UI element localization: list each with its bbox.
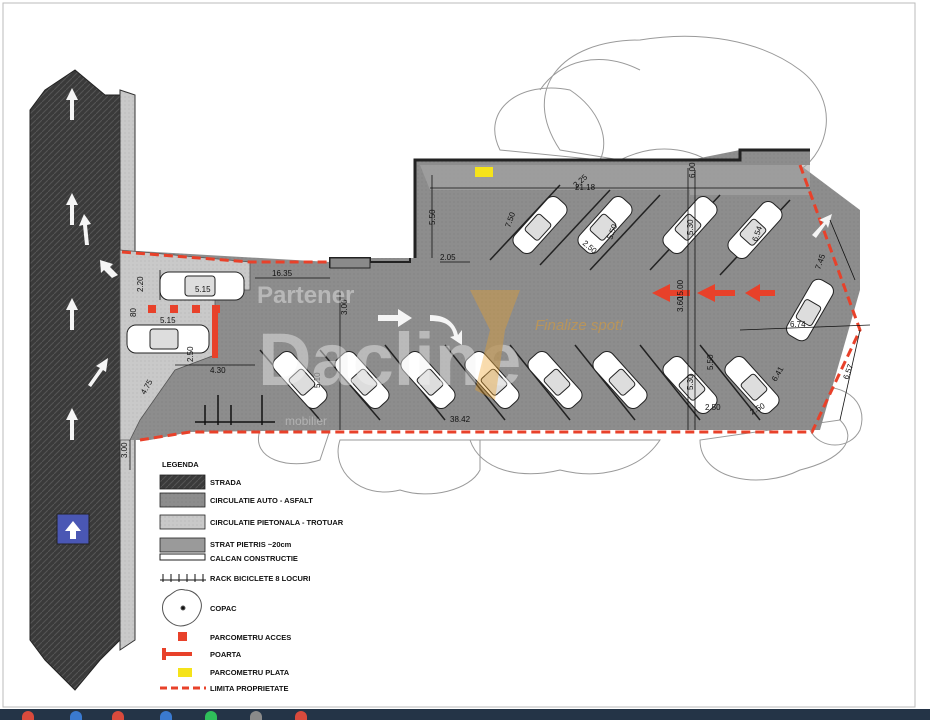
dim-5-30-a: 5.30 — [686, 219, 695, 235]
dim-2-05: 2.05 — [440, 253, 456, 262]
dim-80: 80 — [129, 308, 138, 317]
parcometru-plata-icon — [475, 167, 493, 177]
taskbar-app-icon[interactable] — [205, 711, 217, 720]
site-plan-view: 21.18 2.25 6.00 5.50 7.50 5.30 5.30 2.50… — [0, 0, 930, 720]
dim-6-74: 6.74 — [790, 320, 806, 329]
dim-5-15-a: 5.15 — [195, 285, 211, 294]
legend-label-limita: LIMITA PROPRIETATE — [210, 684, 288, 693]
dim-6-00: 6.00 — [688, 162, 697, 178]
legend-swatch-calcan — [159, 553, 206, 561]
legend: LEGENDA STRADA CIRCULATIE AUTO - ASFALT … — [159, 460, 344, 693]
taskbar-app-icon[interactable] — [70, 711, 82, 720]
dim-5-50-c: 5.50 — [706, 354, 715, 370]
dim-5-30-b: 5.30 — [686, 374, 695, 390]
legend-label-asfalt: CIRCULATIE AUTO - ASFALT — [210, 496, 313, 505]
legend-parcometru-plata-icon — [178, 668, 192, 677]
legend-label-strada: STRADA — [210, 478, 242, 487]
legend-label-trotuar: CIRCULATIE PIETONALA - TROTUAR — [210, 518, 344, 527]
dim-38-42: 38.42 — [450, 415, 471, 424]
dim-16-35: 16.35 — [272, 269, 293, 278]
watermark-tagline: Finalize spot! — [535, 317, 624, 334]
legend-swatch-pietris — [159, 537, 206, 553]
dim-15-00: 15.00 — [676, 279, 685, 300]
legend-title: LEGENDA — [162, 460, 199, 469]
legend-label-calcan: CALCAN CONSTRUCTIE — [210, 554, 298, 563]
dim-2-50-b: 2.50 — [705, 403, 721, 412]
dim-2-20: 2.20 — [136, 276, 145, 292]
legend-swatch-strada — [159, 474, 206, 490]
taskbar-app-icon[interactable] — [112, 711, 124, 720]
legend-bike-rack-icon — [160, 574, 206, 582]
dim-5-50-top: 5.50 — [428, 209, 437, 225]
dim-2-50-d: 2.50 — [186, 346, 195, 362]
legend-poarta-icon — [162, 648, 192, 660]
dim-3-00: 3.00 — [120, 442, 129, 458]
legend-label-pietris: STRAT PIETRIS ~20cm — [210, 540, 292, 549]
os-taskbar — [0, 709, 930, 720]
taskbar-app-icon[interactable] — [250, 711, 262, 720]
dim-4-30: 4.30 — [210, 366, 226, 375]
legend-label-parcometru-acces: PARCOMETRU ACCES — [210, 633, 291, 642]
street-strada — [29, 69, 121, 691]
watermark-footer: mobilier — [285, 414, 327, 428]
legend-label-poarta: POARTA — [210, 650, 242, 659]
legend-swatch-trotuar — [159, 514, 206, 530]
legend-tree-icon — [162, 589, 202, 627]
dim-5-15-b: 5.15 — [160, 316, 176, 325]
parking-site-plan: 21.18 2.25 6.00 5.50 7.50 5.30 5.30 2.50… — [2, 2, 916, 708]
legend-label-rack: RACK BICICLETE 8 LOCURI — [210, 574, 310, 583]
watermark-line1: Partener — [257, 282, 354, 309]
legend-label-parcometru-plata: PARCOMETRU PLATA — [210, 668, 290, 677]
legend-swatch-asfalt — [159, 492, 206, 508]
taskbar-app-icon[interactable] — [22, 711, 34, 720]
legend-label-copac: COPAC — [210, 604, 237, 613]
poarta-gate — [212, 312, 218, 358]
legend-parcometru-acces-icon — [178, 632, 187, 641]
taskbar-app-icon[interactable] — [295, 711, 307, 720]
taskbar-app-icon[interactable] — [160, 711, 172, 720]
